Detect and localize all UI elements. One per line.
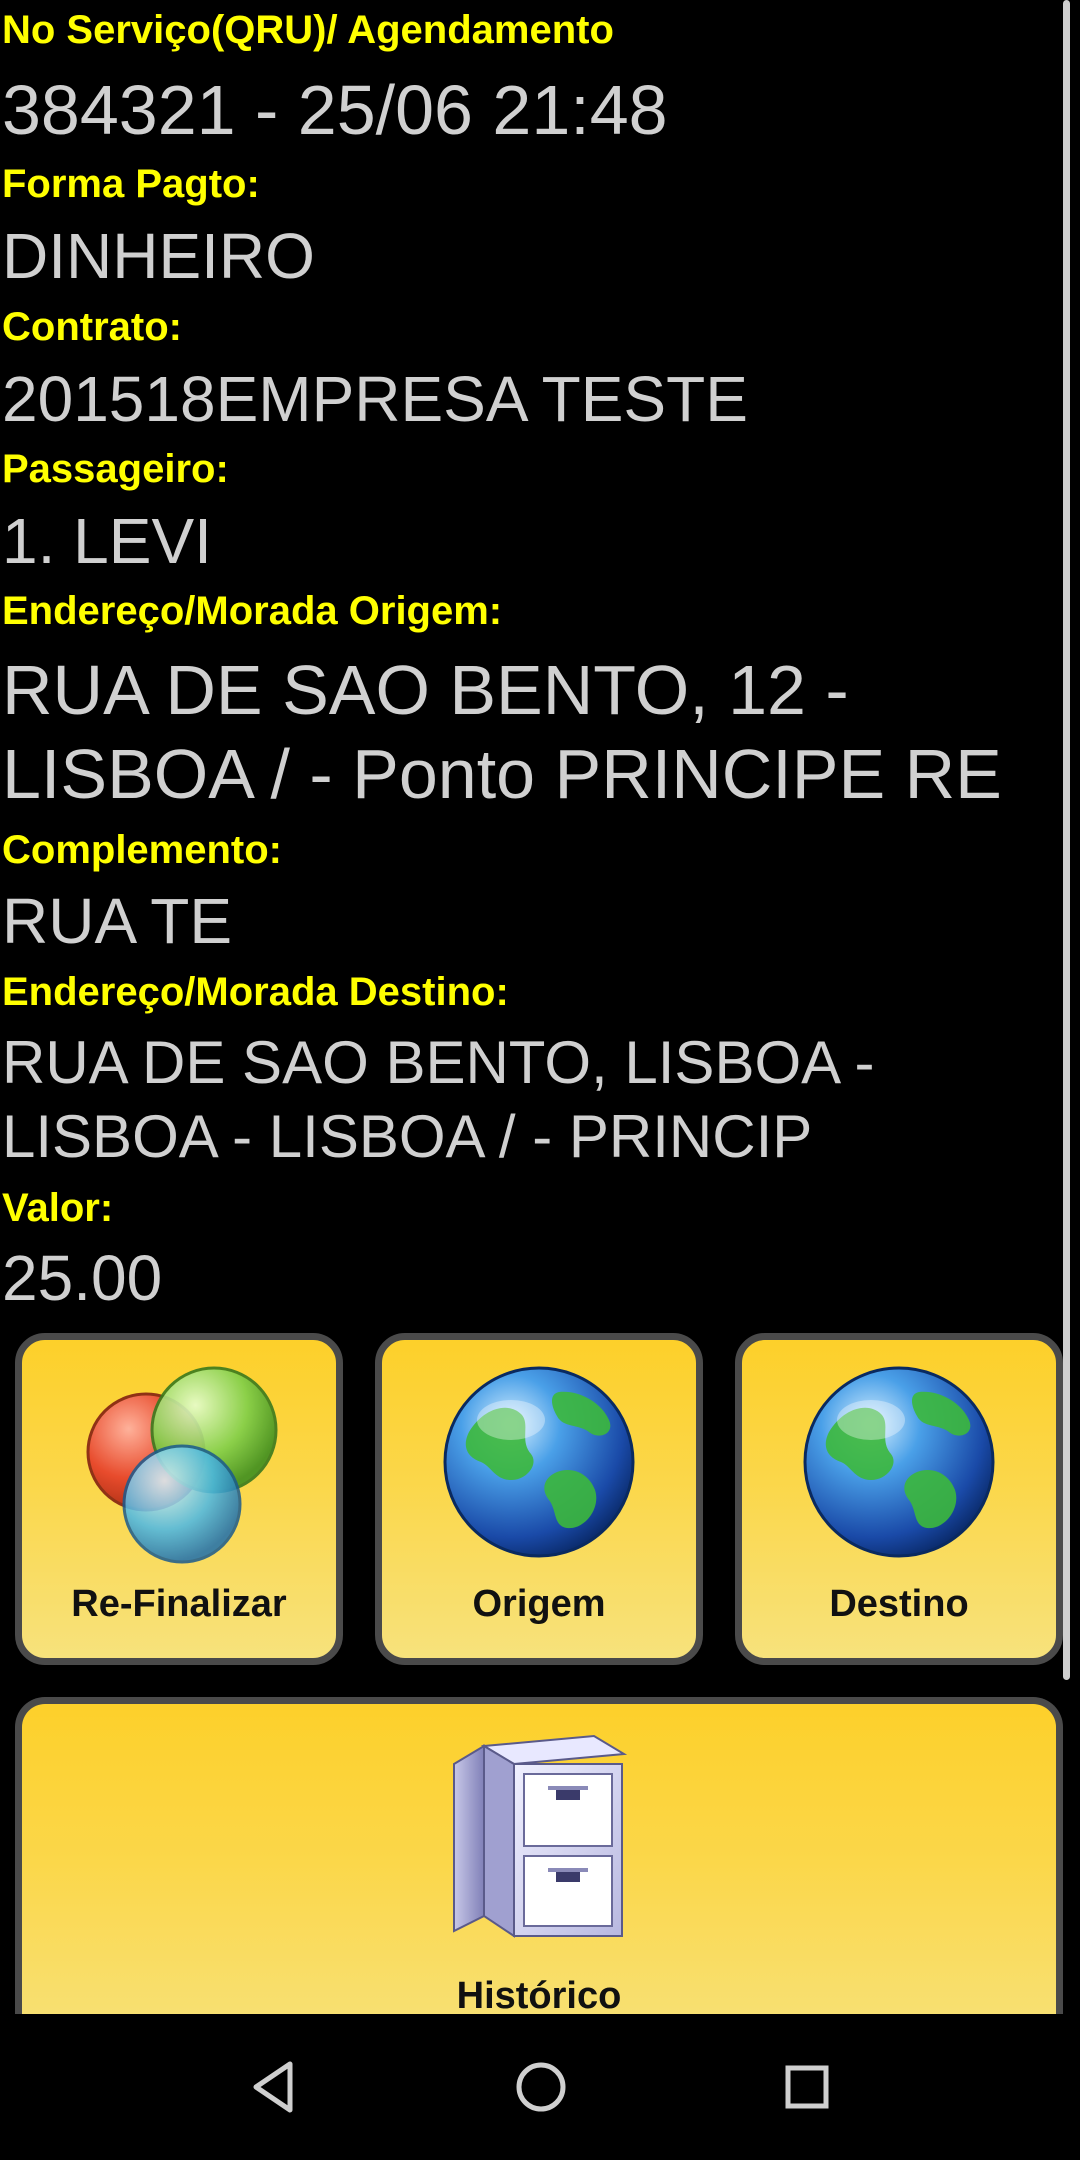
globe-icon xyxy=(443,1366,635,1558)
amount-value: 25.00 xyxy=(2,1242,163,1314)
passenger-label: Passageiro: xyxy=(2,447,229,491)
origin-label: Endereço/Morada Origem: xyxy=(2,589,503,633)
origin-value: RUA DE SAO BENTO, 12 - LISBOA / - Ponto … xyxy=(2,651,1002,813)
payment-label: Forma Pagto: xyxy=(2,162,260,206)
file-cabinet-icon xyxy=(453,1734,628,1938)
destino-button[interactable]: Destino xyxy=(735,1333,1063,1665)
amount-label: Valor: xyxy=(2,1186,114,1230)
destination-value: RUA DE SAO BENTO, LISBOA - LISBOA - LISB… xyxy=(2,1029,875,1170)
passenger-value: 1. LEVI xyxy=(2,505,212,577)
historico-label: Histórico xyxy=(456,1975,622,2014)
contract-label: Contrato: xyxy=(2,305,182,349)
back-triangle-icon[interactable] xyxy=(240,2052,310,2122)
payment-value: DINHEIRO xyxy=(2,220,315,292)
refinalizar-button[interactable]: Re-Finalizar xyxy=(15,1333,343,1665)
service-value: 384321 - 25/06 21:48 xyxy=(2,71,668,149)
service-label: No Serviço(QRU)/ Agendamento xyxy=(2,8,614,52)
origem-label: Origem xyxy=(472,1583,606,1625)
complement-value: RUA TE xyxy=(2,885,232,957)
historico-button[interactable]: Histórico xyxy=(15,1697,1063,2014)
refinalizar-label: Re-Finalizar xyxy=(71,1583,287,1625)
complement-label: Complemento: xyxy=(2,828,282,872)
destino-label: Destino xyxy=(829,1583,969,1625)
recent-apps-square-icon[interactable] xyxy=(772,2052,842,2122)
venn-circles-icon xyxy=(86,1366,278,1564)
origem-button[interactable]: Origem xyxy=(375,1333,703,1665)
globe-icon xyxy=(803,1366,995,1558)
destination-label: Endereço/Morada Destino: xyxy=(2,970,509,1014)
home-circle-icon[interactable] xyxy=(506,2052,576,2122)
scrollbar[interactable] xyxy=(1063,0,1070,1680)
contract-value: 201518EMPRESA TESTE xyxy=(2,363,748,435)
system-navigation-bar xyxy=(0,2014,1080,2160)
service-details-panel: No Serviço(QRU)/ Agendamento 384321 - 25… xyxy=(0,0,1072,2014)
